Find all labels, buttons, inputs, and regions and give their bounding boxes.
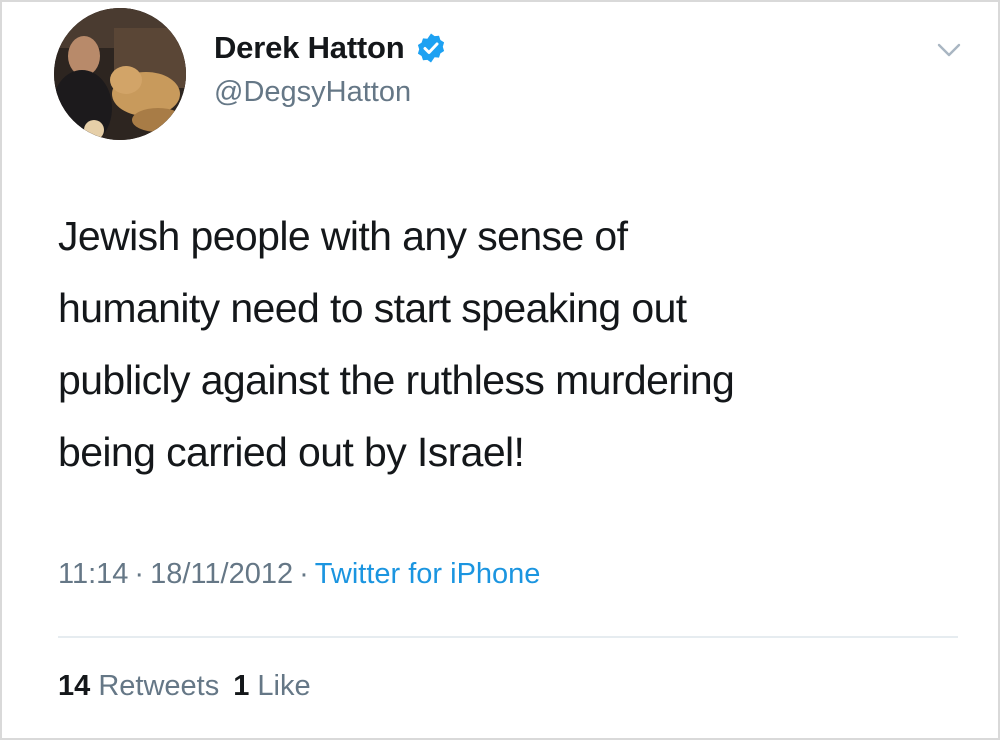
likes-stat[interactable]: 1 Like (233, 670, 310, 702)
tweet-date[interactable]: 18/11/2012 (150, 558, 293, 590)
author-display-name[interactable]: Derek Hatton (214, 30, 405, 66)
author-avatar[interactable] (54, 8, 186, 140)
likes-count: 1 (233, 670, 250, 702)
tweet-text-line: publicly against the ruthless murdering (58, 357, 735, 403)
chevron-down-icon[interactable] (936, 40, 962, 60)
tweet-text: Jewish people with any sense of humanity… (58, 200, 958, 488)
meta-separator: · (134, 558, 145, 590)
divider (58, 636, 958, 638)
tweet-time[interactable]: 11:14 (58, 558, 128, 590)
author-handle[interactable]: @DegsyHatton (214, 76, 411, 109)
tweet-text-line: being carried out by Israel! (58, 429, 525, 475)
meta-separator: · (299, 558, 309, 590)
tweet-stats: 14 Retweets 1 Like (58, 670, 311, 703)
tweet-text-line: Jewish people with any sense of (58, 213, 628, 259)
tweet-source-link[interactable]: Twitter for iPhone (315, 558, 541, 590)
avatar-photo (54, 8, 186, 140)
tweet-metadata: 11:14 · 18/11/2012 · Twitter for iPhone (58, 558, 540, 591)
verified-badge-icon (417, 33, 444, 63)
tweet-text-line: humanity need to start speaking out (58, 285, 687, 331)
likes-label: Like (257, 670, 311, 702)
retweets-count: 14 (58, 670, 91, 702)
retweets-label: Retweets (98, 670, 220, 702)
tweet-card: Derek Hatton @DegsyHatton Jewish people … (0, 0, 1000, 740)
author-name-row: Derek Hatton (214, 26, 447, 70)
retweets-stat[interactable]: 14 Retweets (58, 670, 219, 702)
